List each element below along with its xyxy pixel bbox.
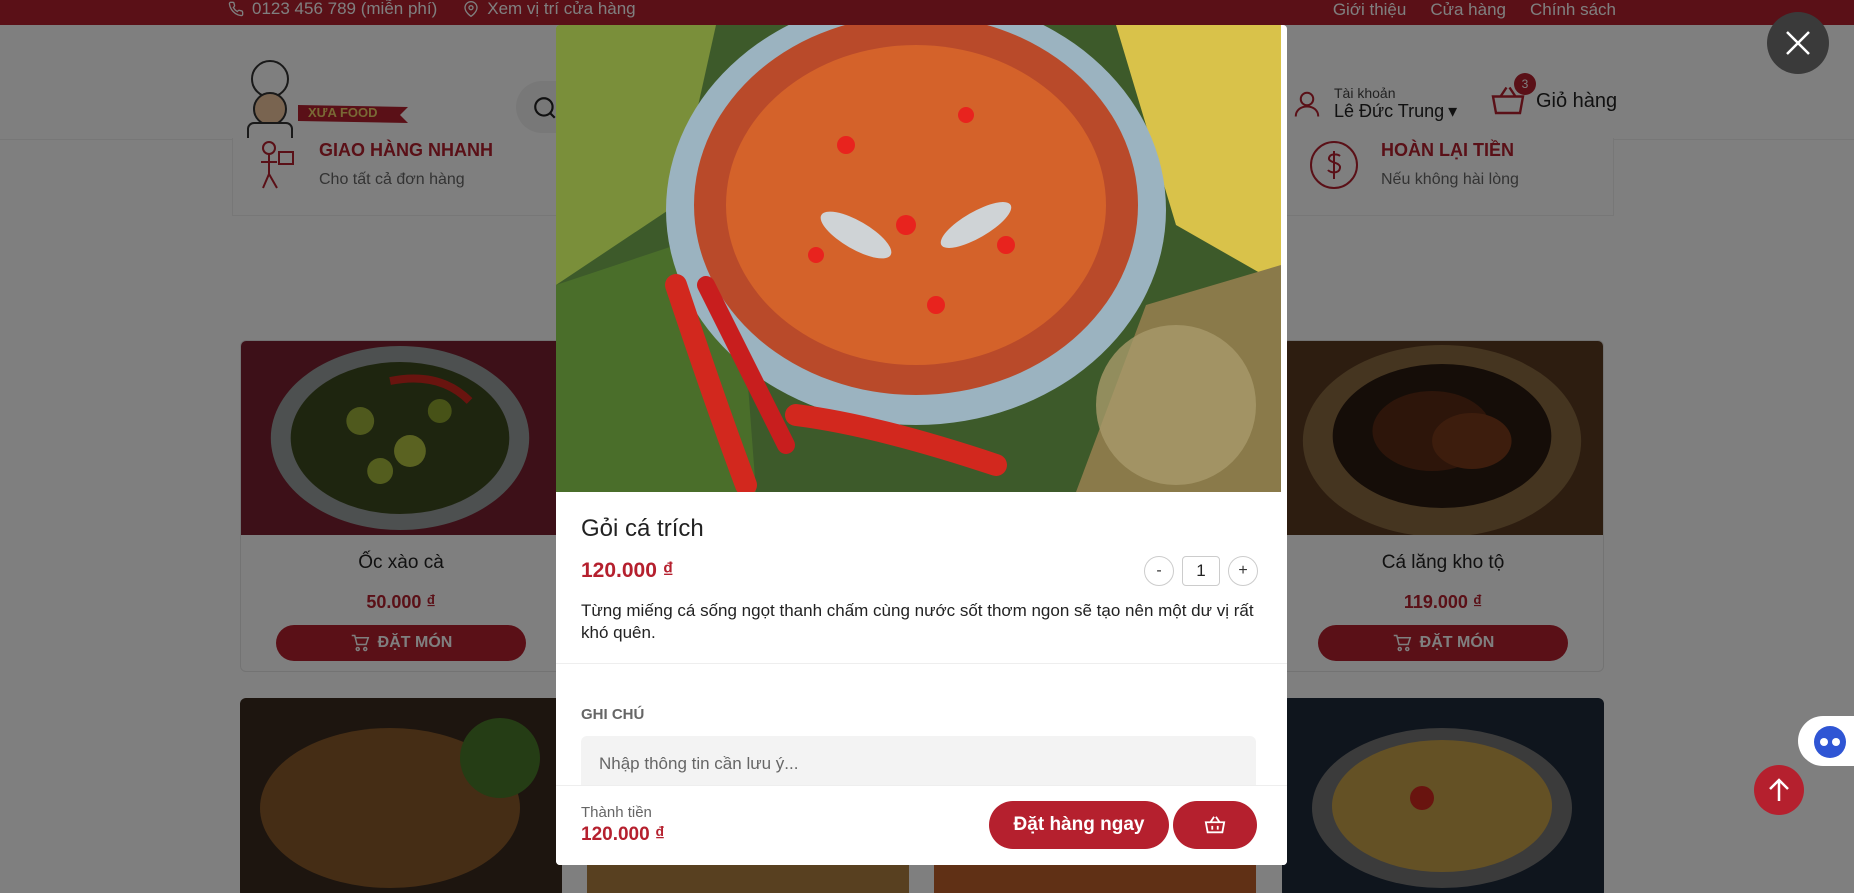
- close-icon: [1786, 31, 1810, 55]
- modal-product-price: 120.000 ₫: [581, 559, 674, 582]
- close-modal-button[interactable]: [1767, 12, 1829, 74]
- arrow-up-icon: [1769, 778, 1789, 801]
- product-photo: [556, 25, 1281, 492]
- quantity-stepper: - 1 +: [1144, 556, 1258, 586]
- chatbot-icon: [1814, 726, 1846, 758]
- divider: [556, 663, 1287, 664]
- product-detail-modal: Gỏi cá trích 120.000 ₫ - 1 + Từng miếng …: [556, 25, 1287, 865]
- modal-footer: Thành tiền 120.000 ₫ Đặt hàng ngay: [556, 785, 1287, 865]
- quantity-decrease-button[interactable]: -: [1144, 556, 1174, 586]
- chat-widget-button[interactable]: [1798, 716, 1854, 766]
- basket-icon: [1204, 816, 1226, 834]
- total-value: 120.000 ₫: [581, 824, 665, 845]
- modal-product-title: Gỏi cá trích: [581, 515, 704, 542]
- back-to-top-button[interactable]: [1754, 765, 1804, 815]
- quantity-input[interactable]: 1: [1182, 556, 1220, 586]
- add-to-cart-button[interactable]: [1173, 801, 1257, 849]
- order-now-button[interactable]: Đặt hàng ngay: [989, 801, 1169, 849]
- modal-product-description: Từng miếng cá sống ngọt thanh chấm cùng …: [581, 601, 1254, 642]
- note-label: GHI CHÚ: [581, 706, 645, 723]
- total-label: Thành tiền: [581, 804, 652, 821]
- quantity-increase-button[interactable]: +: [1228, 556, 1258, 586]
